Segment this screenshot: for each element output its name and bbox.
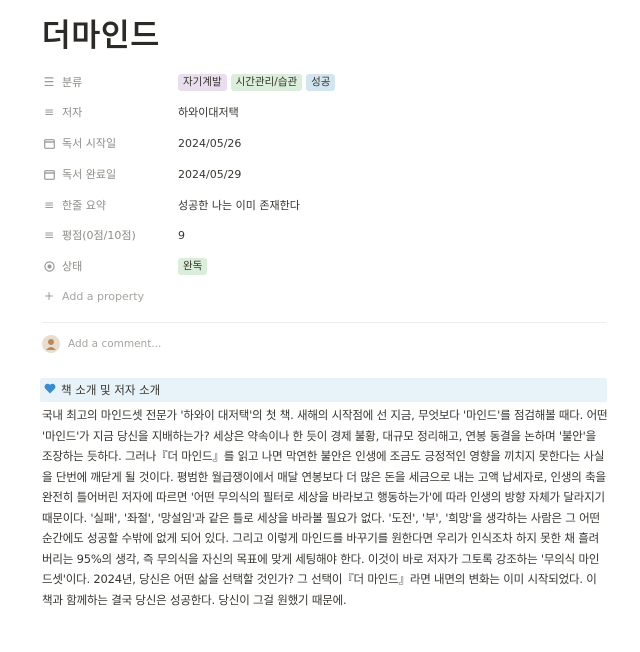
plus-icon: + — [43, 289, 55, 303]
heart-icon — [44, 383, 56, 398]
book-description[interactable]: 국내 최고의 마인드셋 전문가 '하와이 대저택'의 첫 책. 새해의 시작점에… — [42, 405, 608, 610]
property-label-author: 저자 — [62, 106, 83, 119]
property-label-rating: 평점(0점/10점) — [62, 229, 136, 242]
text-icon: ≡ — [43, 198, 55, 212]
callout-label: 책 소개 및 저자 소개 — [61, 383, 161, 397]
add-property: + Add a property — [42, 289, 178, 303]
divider — [42, 322, 607, 323]
list-icon: ☰ — [43, 75, 55, 89]
property-label-status: 상태 — [62, 260, 83, 273]
property-status: 상태 완독 — [42, 253, 607, 279]
property-label-category: 분류 — [62, 76, 83, 89]
property-value-start-date[interactable]: 2024/05/26 — [178, 137, 241, 150]
status-badge: 완독 — [178, 257, 208, 275]
tag-success: 성공 — [306, 73, 336, 91]
text-icon: ≡ — [43, 228, 55, 242]
property-value-end-date[interactable]: 2024/05/29 — [178, 168, 241, 181]
property-start-date: 독서 시작일 2024/05/26 — [42, 130, 607, 156]
page-title[interactable]: 더마인드 — [42, 14, 160, 58]
property-category: ☰ 분류 자기계발 시간관리/습관 성공 — [42, 69, 607, 95]
property-name[interactable]: 상태 — [42, 258, 178, 274]
property-name[interactable]: 독서 완료일 — [42, 166, 178, 182]
property-name[interactable]: 독서 시작일 — [42, 135, 178, 151]
text-icon: ≡ — [43, 105, 55, 119]
property-label-start-date: 독서 시작일 — [62, 137, 117, 150]
property-name[interactable]: ≡ 평점(0점/10점) — [42, 227, 178, 243]
status-icon — [42, 260, 56, 272]
tag-self-development: 자기계발 — [178, 73, 227, 91]
property-rating: ≡ 평점(0점/10점) 9 — [42, 222, 607, 248]
property-author: ≡ 저자 하와이대저택 — [42, 99, 607, 125]
comment-placeholder: Add a comment... — [68, 338, 162, 350]
property-label-summary: 한줄 요약 — [62, 199, 106, 212]
property-value-category[interactable]: 자기계발 시간관리/습관 성공 — [178, 73, 336, 91]
calendar-icon — [42, 169, 56, 180]
property-value-summary[interactable]: 성공한 나는 이미 존재한다 — [178, 197, 300, 213]
property-end-date: 독서 완료일 2024/05/29 — [42, 161, 607, 187]
callout-block[interactable]: 책 소개 및 저자 소개 — [40, 378, 607, 402]
property-value-author[interactable]: 하와이대저택 — [178, 104, 239, 120]
calendar-icon — [42, 138, 56, 149]
property-value-status[interactable]: 완독 — [178, 257, 208, 275]
add-property-label: Add a property — [62, 289, 145, 303]
property-name[interactable]: ≡ 저자 — [42, 104, 178, 120]
add-property-button[interactable]: + Add a property — [42, 283, 607, 309]
tag-time-management: 시간관리/습관 — [230, 73, 303, 91]
property-value-rating[interactable]: 9 — [178, 229, 185, 242]
property-name[interactable]: ☰ 분류 — [42, 74, 178, 90]
property-name[interactable]: ≡ 한줄 요약 — [42, 197, 178, 213]
property-summary: ≡ 한줄 요약 성공한 나는 이미 존재한다 — [42, 192, 607, 218]
comment-input[interactable]: Add a comment... — [42, 333, 161, 355]
property-label-end-date: 독서 완료일 — [62, 168, 117, 181]
avatar — [42, 335, 60, 353]
